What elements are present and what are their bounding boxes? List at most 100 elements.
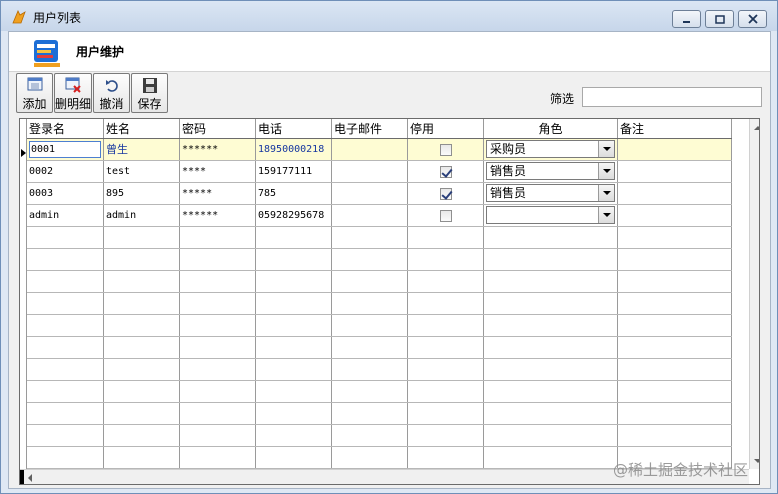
scroll-up-button[interactable] (750, 119, 759, 136)
column-header-note[interactable]: 备注 (617, 119, 732, 139)
cell-phone[interactable]: 159177111 (255, 160, 332, 183)
cell-phone[interactable]: 05928295678 (255, 204, 332, 227)
cell-disabled[interactable] (407, 182, 484, 205)
login-edit-field[interactable]: 0001 (29, 140, 101, 158)
role-dropdown[interactable]: 销售员 (486, 184, 615, 202)
empty-row (27, 358, 732, 381)
cell-note[interactable] (617, 160, 732, 183)
filter-input[interactable] (582, 87, 762, 107)
undo-icon (105, 80, 118, 92)
cell-role[interactable]: 采购员 (483, 138, 618, 161)
cell-password[interactable]: ****** (179, 138, 256, 161)
cell-role[interactable] (483, 204, 618, 227)
cell-phone[interactable]: 785 (255, 182, 332, 205)
cell-disabled[interactable] (407, 160, 484, 183)
disabled-checkbox[interactable] (439, 187, 452, 200)
maximize-button[interactable] (705, 10, 734, 28)
cell-name[interactable]: 895 (103, 182, 180, 205)
disabled-checkbox[interactable] (439, 209, 452, 222)
table-row[interactable]: 0001 曾生 ****** 18950000218 采购员 (27, 138, 732, 161)
column-header-password[interactable]: 密码 (179, 119, 256, 139)
current-row-arrow-icon (21, 149, 26, 157)
user-grid: 登录名 姓名 密码 电话 电子邮件 停用 角色 备注 0001 曾生 ***** (19, 118, 760, 485)
cell-note[interactable] (617, 182, 732, 205)
cell-disabled[interactable] (407, 138, 484, 161)
cell-email[interactable] (331, 138, 408, 161)
filter-label: 筛选 (550, 92, 575, 106)
cell-phone[interactable]: 18950000218 (255, 138, 332, 161)
cell-role[interactable]: 销售员 (483, 160, 618, 183)
add-button[interactable]: 添加 (16, 73, 53, 113)
cell-note[interactable] (617, 138, 732, 161)
row-selector-column[interactable] (20, 119, 27, 469)
dropdown-arrow-icon[interactable] (598, 141, 614, 157)
minimize-button[interactable] (672, 10, 701, 28)
role-dropdown[interactable]: 采购员 (486, 140, 615, 158)
dropdown-arrow-icon[interactable] (598, 163, 614, 179)
add-icon (27, 77, 42, 91)
save-label: 保存 (137, 97, 162, 111)
empty-row (27, 270, 732, 293)
cell-password[interactable]: ****** (179, 204, 256, 227)
column-header-phone[interactable]: 电话 (255, 119, 332, 139)
title-bar[interactable]: 用户列表 (1, 1, 777, 31)
column-header-login[interactable]: 登录名 (27, 119, 104, 139)
cell-name[interactable]: admin (103, 204, 180, 227)
role-value: 销售员 (490, 164, 527, 178)
delete-detail-button[interactable]: 删明细 (54, 73, 92, 113)
undo-label: 撤消 (99, 97, 124, 111)
cell-name[interactable]: 曾生 (103, 138, 180, 161)
table-row[interactable]: 0002 test **** 159177111 销售员 (27, 160, 732, 183)
cell-email[interactable] (331, 182, 408, 205)
cell-login[interactable]: 0003 (27, 182, 104, 205)
cell-name[interactable]: test (103, 160, 180, 183)
cell-disabled[interactable] (407, 204, 484, 227)
column-header-email[interactable]: 电子邮件 (331, 119, 408, 139)
maximize-icon (714, 14, 725, 24)
empty-row (27, 314, 732, 337)
cell-password[interactable]: ***** (179, 182, 256, 205)
cell-email[interactable] (331, 160, 408, 183)
empty-row (27, 248, 732, 271)
cell-note[interactable] (617, 204, 732, 227)
cell-role[interactable]: 销售员 (483, 182, 618, 205)
toolbar: 添加 删明细 撤消 保存 (16, 73, 168, 113)
scroll-up-icon (754, 125, 759, 130)
role-dropdown[interactable] (486, 206, 615, 224)
user-table: 登录名 姓名 密码 电话 电子邮件 停用 角色 备注 0001 曾生 ***** (27, 119, 732, 469)
cell-login[interactable]: 0002 (27, 160, 104, 183)
minimize-icon (683, 20, 690, 23)
save-button[interactable]: 保存 (131, 73, 168, 113)
grid-body: 0001 曾生 ****** 18950000218 采购员 0002 test… (27, 138, 732, 469)
undo-button[interactable]: 撤消 (93, 73, 130, 113)
role-value: 采购员 (490, 142, 527, 156)
scroll-down-button[interactable] (750, 452, 759, 469)
scroll-down-icon (754, 458, 759, 463)
page-title: 用户维护 (76, 45, 125, 59)
cell-email[interactable] (331, 204, 408, 227)
cell-login[interactable]: 0001 (27, 138, 104, 161)
cell-password[interactable]: **** (179, 160, 256, 183)
column-header-row: 登录名 姓名 密码 电话 电子邮件 停用 角色 备注 (27, 119, 732, 139)
column-header-name[interactable]: 姓名 (103, 119, 180, 139)
table-row[interactable]: 0003 895 ***** 785 销售员 (27, 182, 732, 205)
empty-row (27, 336, 732, 359)
scroll-thumb[interactable] (20, 470, 24, 484)
dropdown-arrow-icon[interactable] (598, 185, 614, 201)
empty-row (27, 226, 732, 249)
table-row[interactable]: admin admin ****** 05928295678 (27, 204, 732, 227)
column-header-role[interactable]: 角色 (483, 119, 618, 139)
add-label: 添加 (22, 97, 47, 111)
app-icon (12, 10, 26, 24)
cell-login[interactable]: admin (27, 204, 104, 227)
disabled-checkbox[interactable] (439, 165, 452, 178)
close-button[interactable] (738, 10, 767, 28)
role-dropdown[interactable]: 销售员 (486, 162, 615, 180)
vertical-scrollbar[interactable] (749, 119, 759, 469)
app-logo (34, 40, 60, 67)
column-header-disabled[interactable]: 停用 (407, 119, 484, 139)
scroll-left-icon[interactable] (28, 474, 32, 482)
disabled-checkbox[interactable] (439, 143, 452, 156)
empty-row (27, 424, 732, 447)
dropdown-arrow-icon[interactable] (598, 207, 614, 223)
